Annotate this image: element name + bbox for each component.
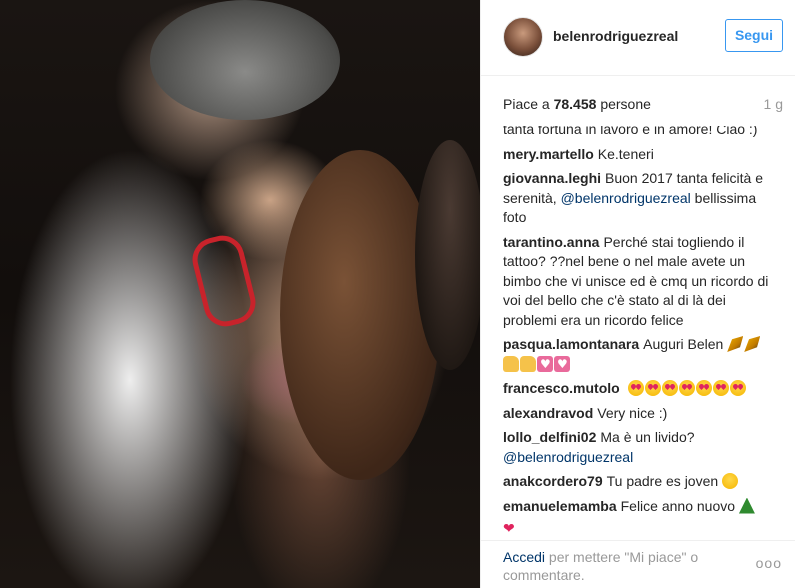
thumbs-up-icon (503, 355, 519, 372)
party-popper-icon (744, 336, 761, 352)
likes-prefix: Piace a (503, 96, 550, 112)
comment: giovanna.leghi Buon 2017 tanta felicità e… (503, 169, 779, 228)
likes-count[interactable]: Piace a 78.458 persone (503, 96, 651, 112)
red-glasses (187, 231, 261, 331)
comment-text: Tu padre es joven (606, 473, 719, 489)
comment-author[interactable]: mery.martello (503, 146, 594, 162)
comment-author[interactable]: lollo_delfini02 (503, 429, 596, 445)
comment: lollo_delfini02 Ma è un livido? @belenrod… (503, 428, 779, 467)
comment: tanta fortuna in lavoro e in amore! Ciao… (503, 126, 779, 140)
comment-text: tanta fortuna in lavoro e in amore! Ciao… (503, 126, 758, 137)
post-photo[interactable] (0, 0, 480, 588)
post-sidebar: belenrodriguezreal Segui Piace a 78.458 … (480, 0, 795, 588)
more-options-button[interactable]: ooo (756, 555, 782, 571)
heart-icon: ❤ (503, 521, 515, 536)
heart-eyes-icon (729, 380, 746, 396)
comment-text: Felice anno nuovo (620, 497, 736, 514)
post-header: belenrodriguezreal Segui (481, 0, 795, 76)
follow-button[interactable]: Segui (725, 19, 783, 52)
likes-suffix: persone (600, 96, 651, 112)
heart-eyes-icon (627, 380, 644, 396)
comment: tarantino.anna Perché stai togliendo il t… (503, 233, 779, 331)
avatar[interactable] (503, 17, 543, 57)
post-author-username[interactable]: belenrodriguezreal (553, 28, 678, 44)
comment-text: Ke.teneri (597, 145, 654, 162)
comment-author[interactable]: anakcordero79 (503, 473, 603, 489)
heart-eyes-icon (661, 380, 678, 396)
comment-text: Very nice :) (597, 404, 668, 421)
comment-author[interactable]: tarantino.anna (503, 234, 599, 250)
comment-text: Ma è un livido? (600, 429, 695, 445)
heart-decoration-icon (537, 355, 553, 374)
comment-author[interactable]: pasqua.lamontanara (503, 336, 639, 352)
heart-decoration-icon (554, 355, 570, 374)
party-popper-icon (727, 336, 744, 352)
comment-author[interactable]: alexandravod (503, 405, 593, 421)
smiling-face-icon (722, 473, 739, 489)
comment-mention[interactable]: @belenrodriguezreal (561, 190, 691, 206)
comment: francesco.mutolo (503, 379, 779, 399)
comment-footer: Accedi per mettere "Mi piace" o commenta… (481, 540, 795, 588)
login-link[interactable]: Accedi (503, 549, 545, 565)
heart-eyes-icon (712, 380, 729, 396)
comments-list[interactable]: tanta fortuna in lavoro e in amore! Ciao… (503, 126, 779, 536)
comment: pasqua.lamontanara Auguri Belen (503, 335, 779, 374)
comment: alexandravod Very nice :) (503, 404, 779, 424)
christmas-tree-icon (738, 497, 755, 514)
likes-number: 78.458 (553, 96, 597, 112)
login-prompt: Accedi per mettere "Mi piace" o commenta… (503, 548, 733, 584)
comment-author[interactable]: francesco.mutolo (503, 380, 620, 396)
thumbs-up-icon (520, 355, 536, 372)
woman-hair (280, 150, 440, 480)
post-timestamp[interactable]: 1 g (764, 96, 783, 112)
heart-eyes-icon (644, 380, 661, 396)
heart-eyes-icon (695, 380, 712, 396)
comment: emanuelemamba Felice anno nuovo ❤ (503, 497, 779, 536)
background-person (415, 140, 480, 370)
comment-author[interactable]: emanuelemamba (503, 498, 617, 514)
comment: mery.martello Ke.teneri (503, 145, 779, 165)
heart-eyes-icon (678, 380, 695, 396)
likes-row: Piace a 78.458 persone 1 g (503, 96, 783, 116)
comment-author[interactable]: giovanna.leghi (503, 170, 601, 186)
comment-text: Auguri Belen (643, 336, 724, 352)
comment-mention[interactable]: @belenrodriguezreal (503, 449, 633, 465)
comment: anakcordero79 Tu padre es joven (503, 472, 779, 492)
man-hair (150, 0, 340, 120)
